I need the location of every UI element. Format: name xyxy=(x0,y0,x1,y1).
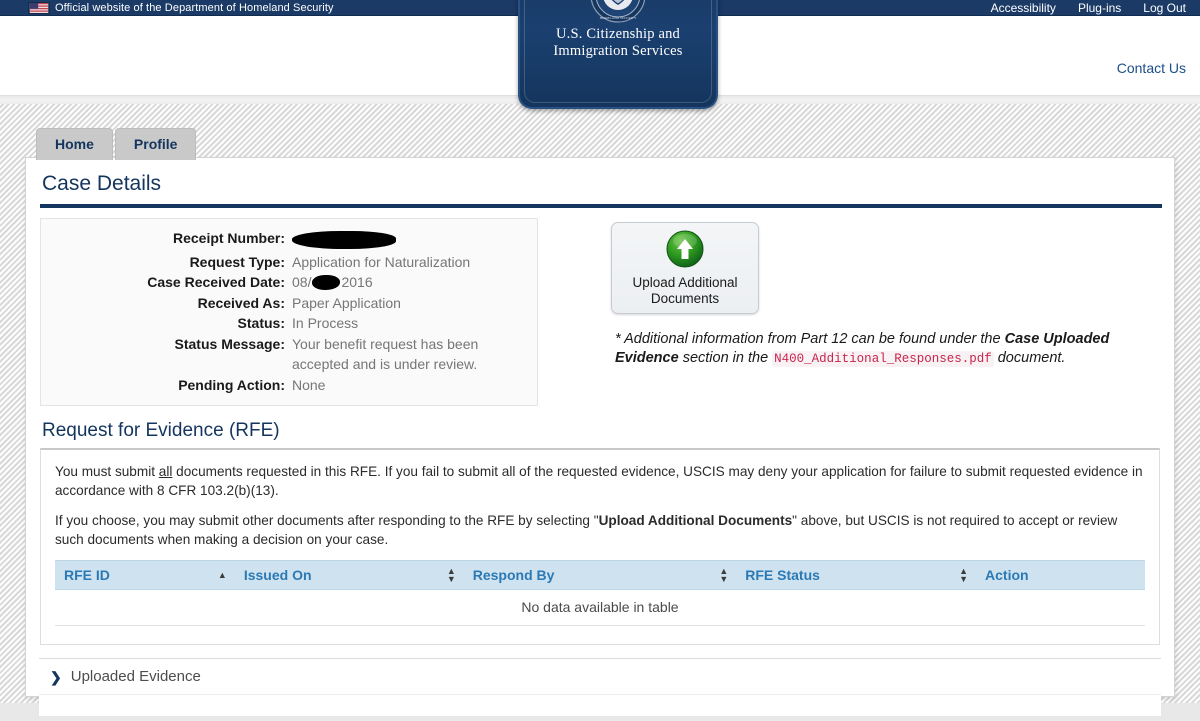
column-header-action[interactable]: Action xyxy=(976,560,1145,590)
sort-both-icon: ▲ ▼ xyxy=(719,566,729,584)
column-header-issued-on[interactable]: Issued On ▲ ▼ xyxy=(234,560,464,590)
dhs-seal-icon: DEPARTMENT OF HOMELAND SECURITY xyxy=(590,0,646,23)
rfe-p1-b: documents requested in this RFE. If you … xyxy=(55,464,1143,498)
empty-table-message: No data available in table xyxy=(55,589,1145,626)
sort-ascending-icon: ▲ xyxy=(217,570,227,580)
chevron-right-icon: ❯ xyxy=(50,668,62,685)
column-header-rfe-status[interactable]: RFE Status ▲ ▼ xyxy=(736,560,977,590)
date-prefix: 08/ xyxy=(292,274,312,290)
table-row-empty: No data available in table xyxy=(55,589,1145,626)
rfe-p1-underline: all xyxy=(158,464,173,479)
part12-note: * Additional information from Part 12 ca… xyxy=(615,330,1160,369)
column-header-label: RFE ID xyxy=(64,567,110,583)
detail-value-redacted xyxy=(292,228,396,252)
detail-label: Status Message: xyxy=(174,335,285,352)
upload-arrow-icon xyxy=(666,230,704,268)
svg-text:HOMELAND SECURITY: HOMELAND SECURITY xyxy=(600,16,637,20)
uploaded-evidence-body xyxy=(39,694,1161,716)
contact-us-link[interactable]: Contact Us xyxy=(1117,60,1186,76)
uploaded-evidence-accordion: ❯ Uploaded Evidence xyxy=(39,658,1161,716)
detail-label: Status: xyxy=(237,315,285,331)
sort-both-icon: ▲ ▼ xyxy=(959,566,969,584)
column-header-respond-by[interactable]: Respond By ▲ ▼ xyxy=(463,560,737,590)
upload-column: Upload Additional Documents * Additional… xyxy=(538,218,1160,406)
uploaded-evidence-label: Uploaded Evidence xyxy=(70,668,201,685)
sort-both-icon: ▲ ▼ xyxy=(446,566,456,584)
case-summary-section: Receipt Number: Request Type: Applicatio… xyxy=(26,208,1174,406)
detail-label: Request Type: xyxy=(189,253,285,270)
detail-label: Received As: xyxy=(197,294,285,311)
detail-value: 08/2016 xyxy=(292,272,373,293)
upload-additional-documents-button[interactable]: Upload Additional Documents xyxy=(611,222,759,314)
redaction-block xyxy=(292,231,396,249)
main-tabs: Home Profile xyxy=(36,128,197,160)
column-header-label: Issued On xyxy=(243,567,312,583)
uscis-brand-plaque[interactable]: DEPARTMENT OF HOMELAND SECURITY U.S. Cit… xyxy=(518,0,718,109)
detail-label: Receipt Number: xyxy=(172,230,285,246)
detail-row-received-as: Received As: Paper Application xyxy=(41,293,537,314)
column-header-label: RFE Status xyxy=(745,567,820,583)
rfe-table-header-row: RFE ID ▲ Issued On ▲ ▼ Respond By ▲ ▼ RFE … xyxy=(55,560,1145,590)
case-details-box: Receipt Number: Request Type: Applicatio… xyxy=(40,218,538,406)
brand-title-line1: U.S. Citizenship and xyxy=(555,26,681,42)
detail-row-status-message: Status Message: Your benefit request has… xyxy=(41,334,537,375)
accessibility-link[interactable]: Accessibility xyxy=(991,1,1056,15)
column-header-rfe-id[interactable]: RFE ID ▲ xyxy=(55,560,235,590)
upload-button-label: Upload Additional Documents xyxy=(612,275,758,307)
detail-row-receipt-number: Receipt Number: xyxy=(41,228,537,252)
detail-value: Application for Naturalization xyxy=(292,253,471,270)
logout-link[interactable]: Log Out xyxy=(1143,1,1186,15)
tab-profile[interactable]: Profile xyxy=(114,128,197,160)
detail-value: None xyxy=(292,376,326,393)
rfe-table: RFE ID ▲ Issued On ▲ ▼ Respond By ▲ ▼ RFE … xyxy=(55,560,1145,626)
rfe-table-head: RFE ID ▲ Issued On ▲ ▼ Respond By ▲ ▼ RFE … xyxy=(55,560,1145,590)
note-part2: section in the xyxy=(678,350,773,366)
rfe-table-body: No data available in table xyxy=(55,589,1145,626)
rfe-paragraph-1: You must submit all documents requested … xyxy=(55,462,1145,500)
rfe-paragraph-2: If you choose, you may submit other docu… xyxy=(55,511,1145,549)
brand-title-line2: Immigration Services xyxy=(553,43,683,59)
detail-label: Pending Action: xyxy=(178,376,285,393)
detail-row-status: Status: In Process xyxy=(41,313,537,334)
date-year: 2016 xyxy=(341,274,373,290)
detail-row-request-type: Request Type: Application for Naturaliza… xyxy=(41,252,537,273)
tab-home[interactable]: Home xyxy=(36,128,113,160)
note-part3: document. xyxy=(993,350,1066,366)
detail-row-case-received-date: Case Received Date: 08/2016 xyxy=(41,272,537,293)
detail-value: Your benefit request has been accepted a… xyxy=(292,335,479,373)
utility-nav: Accessibility Plug-ins Log Out xyxy=(991,0,1186,16)
note-filename-code: N400_Additional_Responses.pdf xyxy=(772,351,994,367)
dhs-banner-left: Official website of the Department of Ho… xyxy=(28,0,334,16)
rfe-p2-bold: Upload Additional Documents xyxy=(598,513,793,528)
uploaded-evidence-toggle[interactable]: ❯ Uploaded Evidence xyxy=(39,659,1161,694)
dhs-banner-text: Official website of the Department of Ho… xyxy=(55,2,334,14)
detail-row-pending-action: Pending Action: None xyxy=(41,375,537,396)
note-part1: * Additional information from Part 12 ca… xyxy=(615,331,1005,347)
upload-label-line2: Documents xyxy=(650,291,720,306)
rfe-section-heading: Request for Evidence (RFE) xyxy=(42,420,280,441)
column-header-label: Respond By xyxy=(472,567,555,583)
plugins-link[interactable]: Plug-ins xyxy=(1078,1,1121,15)
detail-value: Paper Application xyxy=(292,294,401,311)
us-flag-icon xyxy=(28,2,50,14)
detail-label: Case Received Date: xyxy=(147,274,285,290)
upload-label-line1: Upload Additional xyxy=(632,275,738,290)
status-badge: In Process xyxy=(292,315,359,331)
redaction-block xyxy=(312,275,341,290)
column-header-label: Action xyxy=(985,567,1029,583)
rfe-p2-a: If you choose, you may submit other docu… xyxy=(55,513,599,528)
brand-title: U.S. Citizenship and Immigration Service… xyxy=(520,26,716,60)
rfe-section-box: You must submit all documents requested … xyxy=(40,448,1160,645)
rfe-p1-a: You must submit xyxy=(55,464,159,479)
case-details-panel: Case Details Receipt Number: Request Typ… xyxy=(25,157,1175,697)
page-title: Case Details xyxy=(42,172,162,195)
